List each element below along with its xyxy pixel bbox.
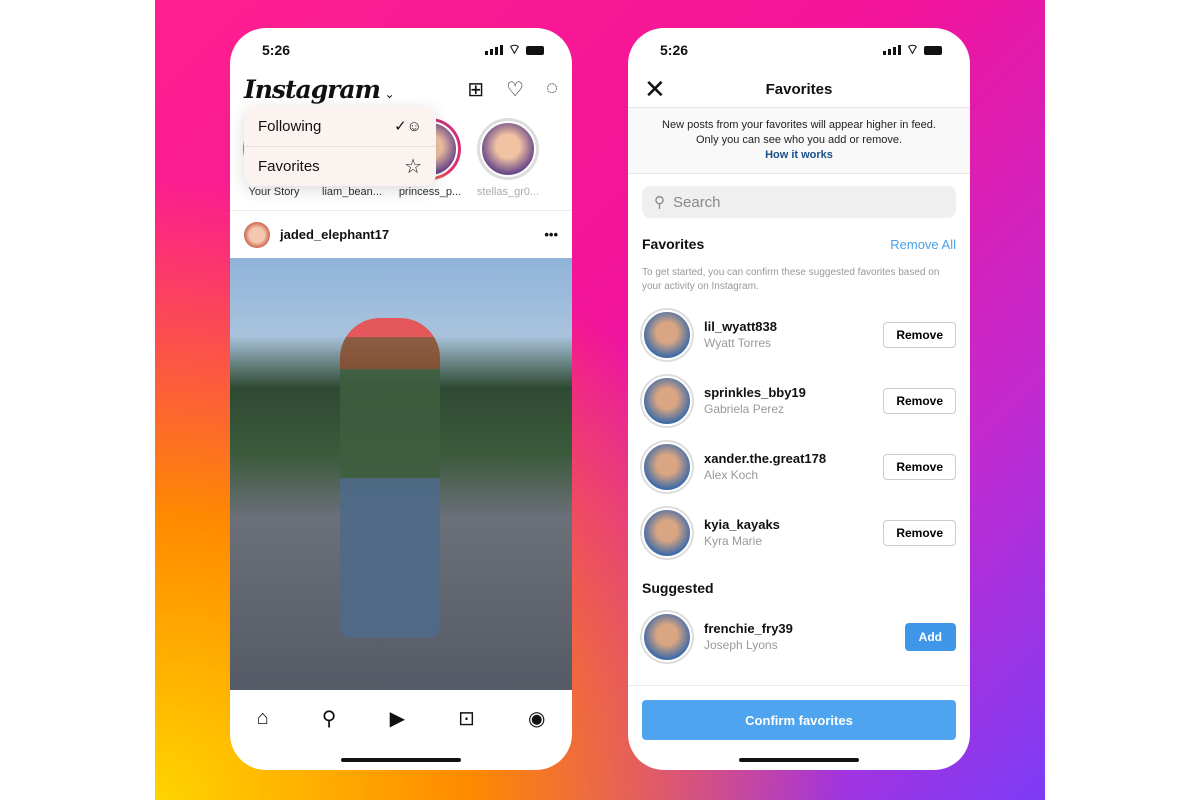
story-label: stellas_gr0...	[476, 186, 540, 198]
add-button[interactable]: Add	[904, 623, 956, 651]
messenger-icon[interactable]: ◌	[546, 77, 558, 102]
shop-icon[interactable]: ⊡	[458, 706, 475, 731]
search-icon[interactable]: ⚲	[322, 706, 337, 731]
divider	[628, 685, 970, 686]
chevron-down-icon: ⌄	[384, 86, 395, 101]
feed-phone: 5:26 ⌔ Instagram ⌄ ⊞ ♡ ◌ Following ✓☺ Favor…	[230, 28, 572, 770]
bottom-nav: ⌂ ⚲ ▶ ⊡ ◉	[230, 690, 572, 746]
status-bar: 5:26 ⌔	[230, 28, 572, 72]
full-name: Kyra Marie	[704, 533, 763, 548]
instagram-logo: Instagram	[244, 74, 381, 104]
plus-square-icon[interactable]: ⊞	[467, 77, 484, 102]
home-indicator	[341, 758, 461, 762]
page-title: Favorites	[765, 81, 833, 98]
profile-icon[interactable]: ◉	[528, 706, 545, 731]
feed-menu: Following ✓☺ Favorites ☆	[244, 106, 436, 186]
avatar	[642, 310, 692, 360]
avatar	[642, 508, 692, 558]
story-label: liam_bean...	[322, 186, 382, 198]
reels-icon[interactable]: ▶	[390, 706, 405, 731]
search-icon: ⚲	[654, 194, 665, 211]
menu-label: Following	[258, 117, 322, 135]
remove-button[interactable]: Remove	[883, 388, 956, 414]
full-name: Joseph Lyons	[704, 637, 778, 652]
section-title: Suggested	[642, 580, 714, 596]
post-photo[interactable]	[230, 258, 572, 690]
username: sprinkles_bby19	[704, 384, 806, 400]
hint-text: To get started, you can confirm these su…	[642, 267, 940, 292]
clock: 5:26	[660, 42, 689, 58]
story-label: princess_p...	[398, 186, 462, 198]
search-placeholder: Search	[673, 193, 721, 211]
full-name: Gabriela Perez	[704, 401, 785, 416]
menu-label: Favorites	[258, 158, 320, 175]
list-item: kyia_kayaks Kyra Marie Remove	[628, 500, 970, 566]
home-icon[interactable]: ⌂	[257, 707, 269, 730]
wifi-icon: ⌔	[507, 41, 521, 57]
search-input[interactable]: ⚲ Search	[642, 186, 956, 218]
signal-icon	[484, 45, 503, 55]
remove-button[interactable]: Remove	[883, 322, 956, 348]
battery-icon	[526, 45, 544, 55]
list-item: frenchie_fry39 Joseph Lyons Add	[628, 604, 970, 670]
full-name: Alex Koch	[704, 467, 759, 482]
list-item: lil_wyatt838 Wyatt Torres Remove	[628, 302, 970, 368]
story-avatar	[477, 118, 539, 180]
how-it-works-link[interactable]: How it works	[765, 149, 833, 161]
menu-item-following[interactable]: Following ✓☺	[244, 106, 436, 146]
photo-subject	[340, 318, 440, 638]
status-bar: 5:26 ⌔	[628, 28, 970, 72]
story[interactable]: stellas_gr0...	[474, 118, 542, 210]
avatar	[642, 612, 692, 662]
favorites-phone: 5:26 ⌔ ✕ Favorites New posts from your fa…	[628, 28, 970, 770]
username: kyia_kayaks	[704, 516, 780, 532]
menu-item-favorites[interactable]: Favorites ☆	[244, 146, 436, 186]
avatar	[642, 376, 692, 426]
star-icon: ☆	[404, 156, 422, 178]
full-name: Wyatt Torres	[704, 335, 772, 350]
signal-icon	[882, 45, 901, 55]
close-icon[interactable]: ✕	[644, 74, 666, 105]
stories-tray: Following ✓☺ Favorites ☆ Your Story liam_b…	[230, 106, 572, 210]
post-header: jaded_elephant17 •••	[230, 210, 572, 258]
post-username[interactable]: jaded_elephant17	[280, 227, 544, 242]
more-icon[interactable]: •••	[544, 227, 558, 242]
heart-icon[interactable]: ♡	[506, 77, 524, 102]
info-text: New posts from your favorites will appea…	[662, 119, 936, 131]
story-label: Your Story	[248, 186, 300, 198]
list-item: sprinkles_bby19 Gabriela Perez Remove	[628, 368, 970, 434]
username: frenchie_fry39	[704, 620, 793, 636]
feed-switcher[interactable]: Instagram ⌄	[244, 75, 395, 104]
avatar[interactable]	[244, 221, 270, 248]
wifi-icon: ⌔	[905, 41, 919, 57]
remove-button[interactable]: Remove	[883, 520, 956, 546]
confirm-favorites-button[interactable]: Confirm favorites	[642, 700, 956, 740]
battery-icon	[924, 45, 942, 55]
list-item: xander.the.great178 Alex Koch Remove	[628, 434, 970, 500]
remove-button[interactable]: Remove	[883, 454, 956, 480]
info-text: Only you can see who you add or remove.	[695, 134, 903, 146]
username: lil_wyatt838	[704, 318, 777, 334]
avatar	[642, 442, 692, 492]
info-banner: New posts from your favorites will appea…	[628, 108, 970, 174]
username: xander.the.great178	[704, 450, 827, 466]
home-indicator	[739, 758, 859, 762]
remove-all-button[interactable]: Remove All	[890, 237, 956, 252]
following-icon: ✓☺	[394, 118, 422, 135]
clock: 5:26	[262, 42, 291, 58]
section-title: Favorites	[642, 236, 705, 252]
